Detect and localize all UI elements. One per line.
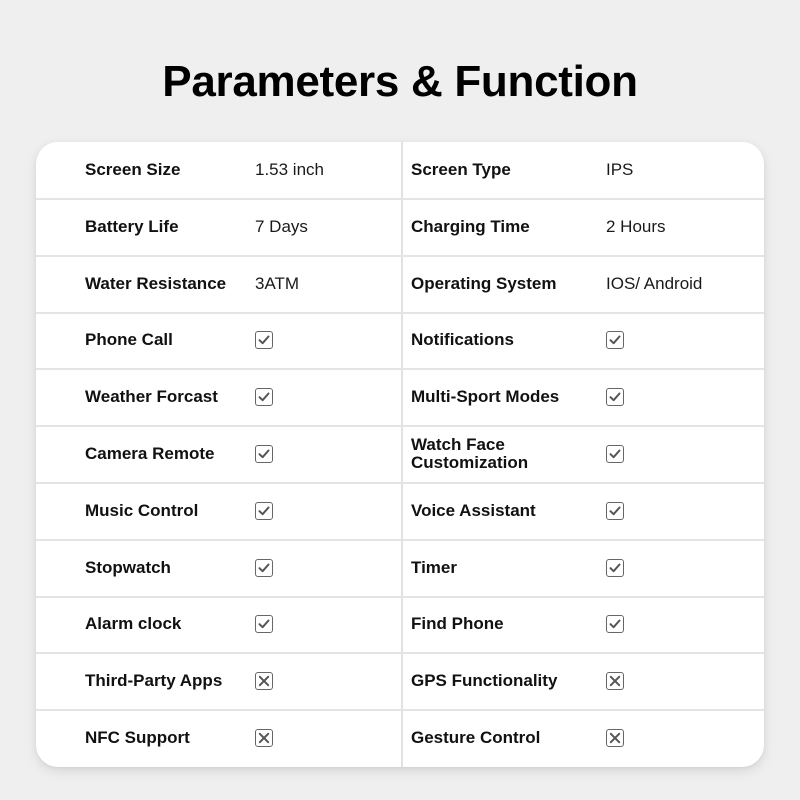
- feature-status: [606, 653, 756, 709]
- spec-value: 3ATM: [255, 273, 300, 293]
- checkbox-checked-icon: [255, 331, 273, 350]
- table-row: Phone Call Notifications: [36, 312, 764, 371]
- spec-label: Voice Assistant: [411, 500, 536, 520]
- checkbox-checked-icon: [606, 501, 624, 520]
- feature-status: [606, 710, 756, 766]
- spec-label: Operating System: [411, 273, 557, 293]
- spec-label: Charging Time: [411, 216, 530, 236]
- feature-status: [255, 710, 395, 766]
- spec-label: Camera Remote: [85, 444, 215, 463]
- spec-label: Screen Size: [85, 160, 181, 179]
- feature-status: [606, 426, 756, 482]
- checkbox-checked-icon: [606, 558, 624, 577]
- spec-value: 2 Hours: [606, 216, 666, 236]
- checkbox-x-icon: [606, 729, 624, 747]
- checkbox-checked-icon: [255, 445, 273, 463]
- spec-label: Notifications: [411, 330, 514, 350]
- spec-label: Watch Face Customization: [411, 435, 529, 472]
- feature-status: [255, 596, 395, 652]
- checkbox-checked-icon: [255, 501, 273, 520]
- spec-label: GPS Functionality: [411, 671, 558, 691]
- spec-label: Water Resistance: [85, 273, 227, 293]
- spec-value: 7 Days: [255, 216, 308, 236]
- spec-table: Screen Size 1.53 inch Screen Type IPS Batter…: [36, 142, 764, 767]
- spec-label: Phone Call: [85, 330, 173, 350]
- spec-label: Music Control: [85, 500, 199, 520]
- table-row: Camera Remote Watch Face Customization: [36, 426, 764, 484]
- spec-label: NFC Support: [85, 728, 190, 747]
- table-row: Stopwatch Timer: [36, 540, 764, 598]
- spec-label: Gesture Control: [411, 728, 541, 747]
- table-row: Weather Forcast Multi-Sport Modes: [36, 369, 764, 428]
- page-title: Parameters & Function: [162, 57, 638, 106]
- feature-status: [255, 312, 395, 368]
- feature-status: [255, 426, 395, 482]
- table-row: Music Control Voice Assistant: [36, 483, 764, 541]
- feature-status: [255, 369, 395, 425]
- spec-value: IOS/ Android: [606, 273, 703, 293]
- checkbox-checked-icon: [606, 615, 624, 634]
- spec-value: 1.53 inch: [255, 160, 324, 179]
- feature-status: [606, 540, 756, 596]
- checkbox-checked-icon: [606, 445, 624, 463]
- feature-status: [255, 653, 395, 709]
- spec-label: Alarm clock: [85, 614, 182, 634]
- checkbox-x-icon: [255, 672, 273, 691]
- spec-label: Multi-Sport Modes: [411, 387, 560, 407]
- table-row: Battery Life 7 Days Charging Time 2 Hours: [36, 199, 764, 257]
- checkbox-checked-icon: [606, 331, 624, 350]
- table-row: Third-Party Apps GPS Functionality: [36, 653, 764, 712]
- spec-value: IPS: [606, 160, 634, 179]
- spec-label: Find Phone: [411, 614, 504, 634]
- checkbox-checked-icon: [255, 615, 273, 634]
- checkbox-checked-icon: [255, 388, 273, 407]
- feature-status: [606, 369, 756, 425]
- feature-status: [606, 596, 756, 652]
- feature-status: [255, 483, 395, 539]
- table-row: Screen Size 1.53 inch Screen Type IPS: [36, 142, 764, 200]
- feature-status: [606, 483, 756, 539]
- table-row: Alarm clock Find Phone: [36, 596, 764, 655]
- spec-label: Stopwatch: [85, 557, 171, 577]
- spec-label: Third-Party Apps: [85, 671, 223, 691]
- spec-label: Screen Type: [411, 160, 511, 179]
- checkbox-x-icon: [255, 729, 273, 747]
- checkbox-checked-icon: [255, 558, 273, 577]
- table-row: Water Resistance 3ATM Operating System IOS/…: [36, 256, 764, 314]
- spec-label: Battery Life: [85, 216, 179, 236]
- feature-status: [255, 540, 395, 596]
- feature-status: [606, 312, 756, 368]
- checkbox-checked-icon: [606, 388, 624, 407]
- spec-label: Weather Forcast: [85, 387, 218, 407]
- spec-label: Timer: [411, 557, 457, 577]
- table-row: NFC Support Gesture Control: [36, 710, 764, 766]
- checkbox-x-icon: [606, 672, 624, 691]
